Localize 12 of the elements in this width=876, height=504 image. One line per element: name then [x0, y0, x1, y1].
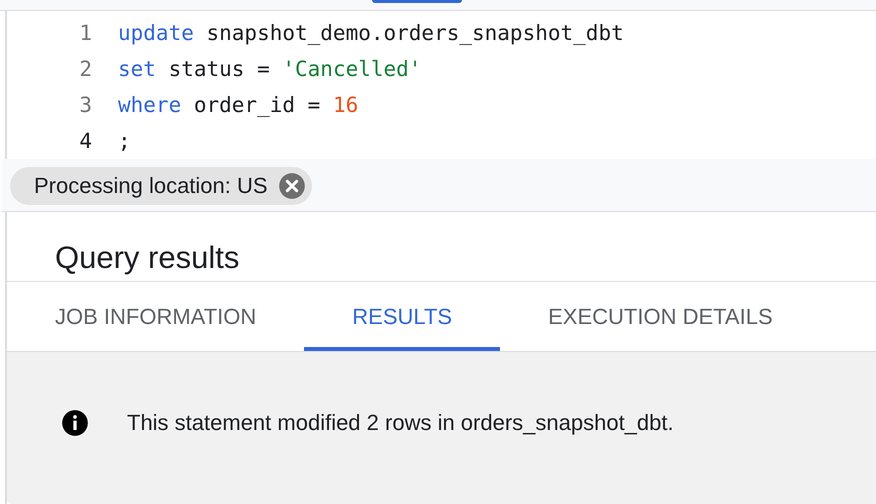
- message-text: This statement modified 2 rows in orders_snapshot_dbt.: [127, 410, 674, 436]
- chip-label: Processing location: US: [34, 173, 268, 199]
- close-icon[interactable]: [278, 172, 306, 200]
- panel-handle[interactable]: [372, 0, 462, 3]
- line-number: 1: [78, 21, 93, 45]
- line-number: 3: [78, 93, 93, 117]
- section-title: Query results: [7, 212, 876, 282]
- tab[interactable]: JOB INFORMATION: [7, 282, 304, 351]
- tab[interactable]: EXECUTION DETAILS: [500, 282, 821, 351]
- line-number: 2: [78, 57, 93, 81]
- line-number: 4: [78, 129, 93, 153]
- info-icon: [61, 409, 89, 437]
